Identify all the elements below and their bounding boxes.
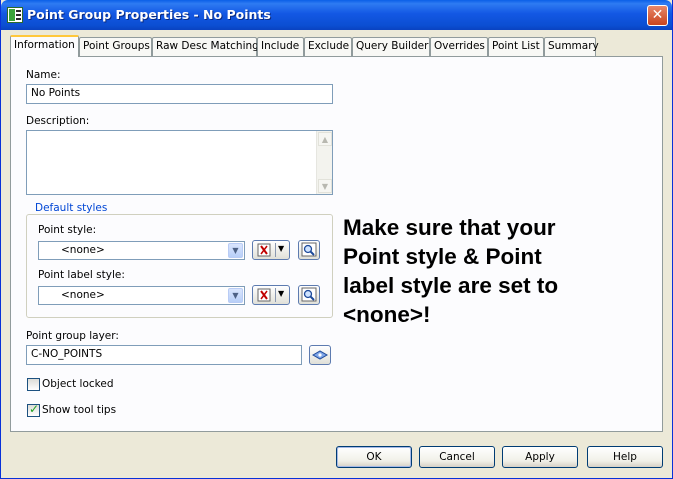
close-icon: ✕ bbox=[651, 7, 664, 23]
checkmark-icon: ✓ bbox=[29, 402, 40, 416]
description-textarea[interactable]: ▲ ▼ bbox=[26, 130, 333, 195]
description-scrollbar[interactable]: ▲ ▼ bbox=[316, 131, 332, 194]
scroll-up-icon[interactable]: ▲ bbox=[318, 132, 332, 146]
close-button[interactable]: ✕ bbox=[647, 5, 668, 26]
point-group-layer-input[interactable]: C-NO_POINTS bbox=[26, 345, 302, 365]
chevron-down-icon[interactable]: ▼ bbox=[228, 288, 243, 303]
layer-picker-icon bbox=[311, 350, 329, 360]
default-styles-title: Default styles bbox=[32, 202, 111, 214]
preview-magnifier-icon bbox=[301, 287, 317, 302]
window-title: Point Group Properties - No Points bbox=[27, 7, 271, 22]
tab-query-builder[interactable]: Query Builder bbox=[352, 37, 430, 56]
name-input[interactable]: No Points bbox=[26, 84, 333, 104]
title-bar[interactable]: Point Group Properties - No Points ✕ bbox=[1, 0, 672, 30]
point-label-style-preview-button[interactable] bbox=[298, 285, 320, 305]
show-tool-tips-checkbox[interactable]: ✓ bbox=[27, 402, 40, 417]
tab-point-list[interactable]: Point List bbox=[488, 37, 544, 56]
tab-raw-desc-matching[interactable]: Raw Desc Matching bbox=[152, 37, 259, 56]
point-label-style-label: Point label style: bbox=[38, 269, 125, 281]
tab-overrides[interactable]: Overrides bbox=[430, 37, 488, 56]
preview-magnifier-icon bbox=[301, 242, 317, 257]
apply-button[interactable]: Apply bbox=[502, 446, 578, 468]
help-button[interactable]: Help bbox=[587, 446, 663, 468]
tab-information[interactable]: Information bbox=[10, 35, 79, 57]
ok-button[interactable]: OK bbox=[336, 446, 412, 468]
instruction-annotation: Make sure that your Point style & Point … bbox=[343, 215, 559, 327]
object-locked-label: Object locked bbox=[42, 378, 114, 390]
description-label: Description: bbox=[26, 115, 90, 127]
tab-point-groups[interactable]: Point Groups bbox=[79, 37, 152, 56]
point-style-edit-button[interactable]: ▼ bbox=[252, 240, 290, 260]
point-label-style-edit-button[interactable]: ▼ bbox=[252, 285, 290, 305]
dialog-window: Point Group Properties - No Points ✕ Inf… bbox=[0, 0, 673, 479]
scroll-down-icon[interactable]: ▼ bbox=[318, 179, 332, 193]
tab-include[interactable]: Include bbox=[257, 37, 304, 56]
point-style-preview-button[interactable] bbox=[298, 240, 320, 260]
point-style-dropdown[interactable]: <none> ▼ bbox=[38, 241, 245, 260]
point-label-style-dropdown[interactable]: <none> ▼ bbox=[38, 286, 245, 305]
layer-picker-button[interactable] bbox=[309, 345, 331, 365]
dropdown-arrow-icon: ▼ bbox=[278, 244, 285, 253]
cancel-button[interactable]: Cancel bbox=[419, 446, 495, 468]
tab-exclude[interactable]: Exclude bbox=[304, 37, 352, 56]
dropdown-arrow-icon: ▼ bbox=[278, 289, 285, 298]
name-label: Name: bbox=[26, 69, 61, 81]
show-tool-tips-label: Show tool tips bbox=[42, 404, 117, 416]
chevron-down-icon[interactable]: ▼ bbox=[228, 243, 243, 258]
point-label-style-value: <none> bbox=[61, 289, 105, 301]
style-edit-icon bbox=[257, 243, 271, 257]
tab-summary[interactable]: Summary bbox=[544, 37, 599, 56]
point-group-layer-label: Point group layer: bbox=[26, 330, 119, 342]
point-style-label: Point style: bbox=[38, 224, 97, 236]
object-locked-checkbox[interactable] bbox=[27, 378, 40, 391]
style-edit-icon bbox=[257, 288, 271, 302]
application-icon bbox=[7, 7, 23, 23]
point-style-value: <none> bbox=[61, 244, 105, 256]
